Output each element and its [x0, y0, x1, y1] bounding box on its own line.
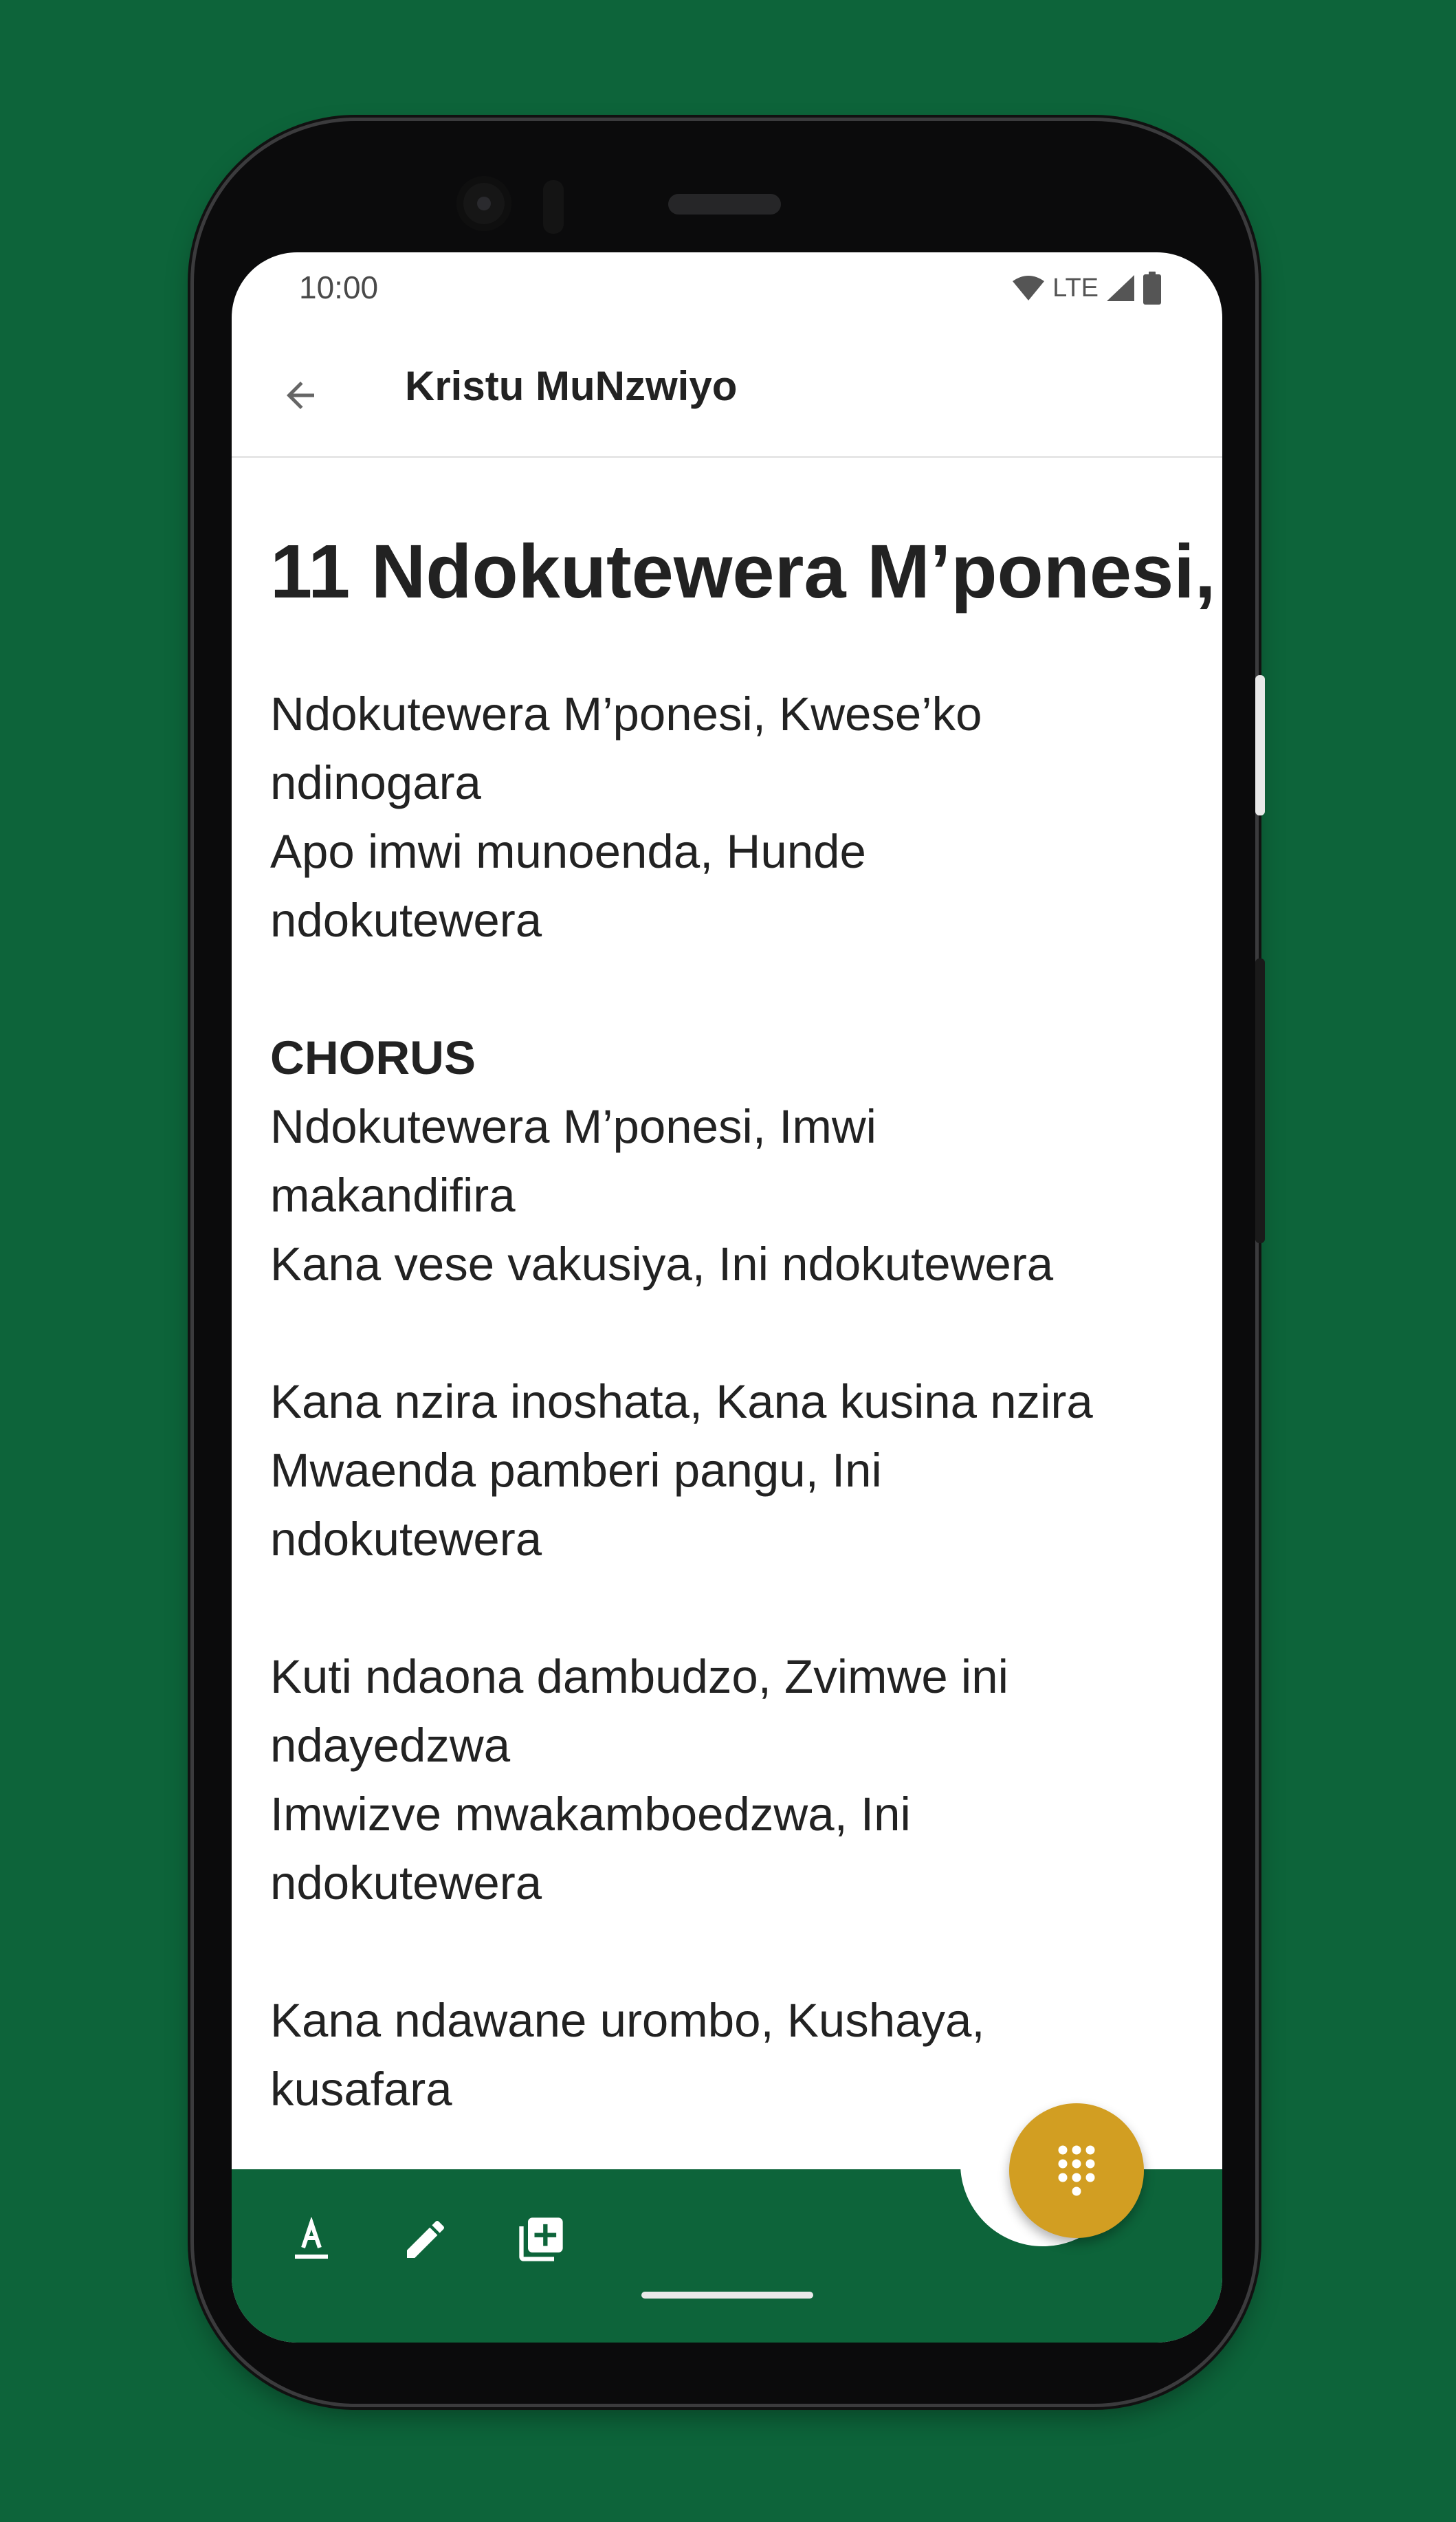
chorus-stanza: CHORUS Ndokutewera M’ponesi, Imwi makand… — [270, 1024, 1191, 1299]
power-button — [1255, 675, 1265, 815]
wifi-icon — [1013, 276, 1045, 300]
add-to-library-icon — [519, 2217, 563, 2261]
lyric-line: ndokutewera — [270, 894, 542, 947]
hymn-title: 11 Ndokutewera M’ponesi, — [270, 529, 1216, 614]
status-icons: LTE — [1011, 267, 1162, 309]
status-bar: 10:00 LTE — [232, 252, 1222, 328]
add-to-library-button[interactable] — [507, 2205, 575, 2274]
stanza: Ndokutewera M’ponesi, Kwese’ko ndinogara… — [270, 680, 1191, 955]
battery-icon — [1143, 272, 1161, 305]
lyric-line: makandifira — [270, 1169, 516, 1222]
lyric-line: Imwizve mwakamboedzwa, Ini — [270, 1788, 911, 1841]
app-title: Kristu MuNzwiyo — [405, 363, 738, 409]
earpiece-speaker — [668, 194, 781, 215]
lyric-line: Mwaenda pamberi pangu, Ini — [270, 1444, 882, 1497]
gesture-nav-handle[interactable] — [641, 2292, 813, 2299]
lyric-line: ndayedzwa — [270, 1719, 511, 1772]
dialpad-icon — [1058, 2145, 1095, 2196]
lyric-line: Ndokutewera M’ponesi, Kwese’ko — [270, 688, 982, 741]
lyric-line: Kana vese vakusiya, Ini ndokutewera — [270, 1238, 1054, 1291]
lyric-line: ndokutewera — [270, 1856, 542, 1909]
hymn-content: 11 Ndokutewera M’ponesi, Ndokutewera M’p… — [270, 527, 1216, 2193]
arrow-back-icon — [287, 382, 314, 409]
lyric-line: Ndokutewera M’ponesi, Imwi — [270, 1100, 877, 1153]
edit-button[interactable] — [391, 2205, 460, 2274]
stanza: Kana ndawane urombo, Kushaya, kusafara — [270, 1986, 1191, 2124]
edit-pencil-icon — [407, 2220, 445, 2258]
lyric-line: Kana nzira inoshata, Kana kusina nzira — [270, 1375, 1093, 1428]
lyric-line: ndinogara — [270, 756, 481, 809]
status-time: 10:00 — [299, 270, 379, 305]
volume-button — [1255, 958, 1265, 1243]
front-camera — [456, 176, 511, 231]
app-bar: Kristu MuNzwiyo — [232, 328, 1222, 458]
back-button[interactable] — [273, 368, 328, 423]
lyric-line: ndokutewera — [270, 1513, 542, 1566]
dialpad-fab[interactable] — [1009, 2103, 1144, 2238]
chorus-label: CHORUS — [270, 1031, 476, 1084]
lyrics: Ndokutewera M’ponesi, Kwese’ko ndinogara… — [270, 680, 1191, 2124]
lyric-line: Apo imwi munoenda, Hunde — [270, 825, 866, 878]
text-format-button[interactable] — [277, 2205, 346, 2274]
stanza: Kuti ndaona dambudzo, Zvimwe ini ndayedz… — [270, 1643, 1191, 1918]
cell-signal-icon — [1107, 275, 1134, 301]
network-type: LTE — [1052, 273, 1099, 303]
lyric-line: Kana ndawane urombo, Kushaya, — [270, 1994, 985, 2047]
proximity-sensor — [543, 180, 564, 234]
app-screen: 10:00 LTE Kristu MuNzwiyo 11 Ndokutewera… — [232, 252, 1222, 2343]
text-format-icon — [295, 2217, 328, 2259]
lyric-line: Kuti ndaona dambudzo, Zvimwe ini — [270, 1650, 1008, 1703]
stanza: Kana nzira inoshata, Kana kusina nzira M… — [270, 1368, 1191, 1574]
